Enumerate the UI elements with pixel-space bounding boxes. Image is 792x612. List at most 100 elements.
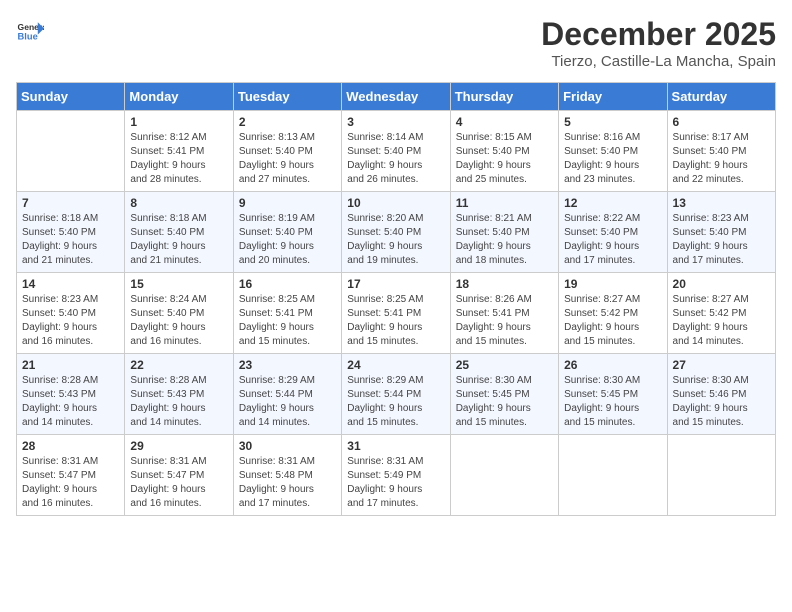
day-number: 28 (22, 439, 119, 453)
day-info: Sunrise: 8:31 AM Sunset: 5:47 PM Dayligh… (130, 455, 227, 511)
calendar-cell: 27 Sunrise: 8:30 AM Sunset: 5:46 PM Dayli… (667, 354, 775, 435)
calendar-cell: 18 Sunrise: 8:26 AM Sunset: 5:41 PM Dayli… (450, 273, 558, 354)
week-row-2: 14 Sunrise: 8:23 AM Sunset: 5:40 PM Dayli… (17, 273, 776, 354)
week-row-1: 7Sunrise: 8:18 AM Sunset: 5:40 PM Daylig… (17, 192, 776, 273)
header-wednesday: Wednesday (342, 83, 450, 111)
header-saturday: Saturday (667, 83, 775, 111)
calendar-cell: 10 Sunrise: 8:20 AM Sunset: 5:40 PM Dayli… (342, 192, 450, 273)
week-row-3: 21 Sunrise: 8:28 AM Sunset: 5:43 PM Dayli… (17, 354, 776, 435)
calendar-cell: 17 Sunrise: 8:25 AM Sunset: 5:41 PM Dayli… (342, 273, 450, 354)
calendar-cell: 11 Sunrise: 8:21 AM Sunset: 5:40 PM Dayli… (450, 192, 558, 273)
day-number: 19 (564, 277, 661, 291)
header-thursday: Thursday (450, 83, 558, 111)
calendar-cell: 9 Sunrise: 8:19 AM Sunset: 5:40 PM Daylig… (233, 192, 341, 273)
day-number: 16 (239, 277, 336, 291)
day-info: Sunrise: 8:19 AM Sunset: 5:40 PM Dayligh… (239, 212, 336, 268)
calendar-cell: 16 Sunrise: 8:25 AM Sunset: 5:41 PM Dayli… (233, 273, 341, 354)
day-info: Sunrise: 8:30 AM Sunset: 5:45 PM Dayligh… (456, 374, 553, 430)
calendar-cell: 22 Sunrise: 8:28 AM Sunset: 5:43 PM Dayli… (125, 354, 233, 435)
week-row-0: 1 Sunrise: 8:12 AM Sunset: 5:41 PM Daylig… (17, 111, 776, 192)
calendar-table: SundayMondayTuesdayWednesdayThursdayFrid… (16, 82, 776, 516)
day-number: 5 (564, 115, 661, 129)
header-sunday: Sunday (17, 83, 125, 111)
day-info: Sunrise: 8:20 AM Sunset: 5:40 PM Dayligh… (347, 212, 444, 268)
day-info: Sunrise: 8:22 AM Sunset: 5:40 PM Dayligh… (564, 212, 661, 268)
calendar-subtitle: Tierzo, Castille-La Mancha, Spain (541, 53, 776, 70)
day-info: Sunrise: 8:29 AM Sunset: 5:44 PM Dayligh… (347, 374, 444, 430)
day-info: Sunrise: 8:18 AM Sunset: 5:40 PM Dayligh… (22, 212, 119, 268)
header-friday: Friday (559, 83, 667, 111)
day-info: Sunrise: 8:27 AM Sunset: 5:42 PM Dayligh… (564, 293, 661, 349)
day-number: 9 (239, 196, 336, 210)
calendar-cell: 3 Sunrise: 8:14 AM Sunset: 5:40 PM Daylig… (342, 111, 450, 192)
calendar-cell: 29Sunrise: 8:31 AM Sunset: 5:47 PM Dayli… (125, 435, 233, 516)
day-info: Sunrise: 8:13 AM Sunset: 5:40 PM Dayligh… (239, 131, 336, 187)
day-number: 17 (347, 277, 444, 291)
day-info: Sunrise: 8:21 AM Sunset: 5:40 PM Dayligh… (456, 212, 553, 268)
day-info: Sunrise: 8:25 AM Sunset: 5:41 PM Dayligh… (347, 293, 444, 349)
day-number: 14 (22, 277, 119, 291)
day-number: 24 (347, 358, 444, 372)
calendar-cell: 4Sunrise: 8:15 AM Sunset: 5:40 PM Daylig… (450, 111, 558, 192)
calendar-cell: 2 Sunrise: 8:13 AM Sunset: 5:40 PM Daylig… (233, 111, 341, 192)
day-number: 26 (564, 358, 661, 372)
calendar-cell: 24 Sunrise: 8:29 AM Sunset: 5:44 PM Dayli… (342, 354, 450, 435)
week-row-4: 28 Sunrise: 8:31 AM Sunset: 5:47 PM Dayli… (17, 435, 776, 516)
day-number: 15 (130, 277, 227, 291)
day-number: 3 (347, 115, 444, 129)
day-info: Sunrise: 8:31 AM Sunset: 5:49 PM Dayligh… (347, 455, 444, 511)
calendar-cell: 1 Sunrise: 8:12 AM Sunset: 5:41 PM Daylig… (125, 111, 233, 192)
day-number: 23 (239, 358, 336, 372)
day-info: Sunrise: 8:12 AM Sunset: 5:41 PM Dayligh… (130, 131, 227, 187)
header-tuesday: Tuesday (233, 83, 341, 111)
day-info: Sunrise: 8:18 AM Sunset: 5:40 PM Dayligh… (130, 212, 227, 268)
day-number: 20 (673, 277, 770, 291)
calendar-cell (17, 111, 125, 192)
day-number: 2 (239, 115, 336, 129)
day-info: Sunrise: 8:17 AM Sunset: 5:40 PM Dayligh… (673, 131, 770, 187)
day-info: Sunrise: 8:28 AM Sunset: 5:43 PM Dayligh… (22, 374, 119, 430)
logo-icon: General Blue (16, 16, 44, 44)
calendar-cell: 14 Sunrise: 8:23 AM Sunset: 5:40 PM Dayli… (17, 273, 125, 354)
day-info: Sunrise: 8:23 AM Sunset: 5:40 PM Dayligh… (22, 293, 119, 349)
day-number: 18 (456, 277, 553, 291)
calendar-cell: 31 Sunrise: 8:31 AM Sunset: 5:49 PM Dayli… (342, 435, 450, 516)
day-number: 13 (673, 196, 770, 210)
day-info: Sunrise: 8:28 AM Sunset: 5:43 PM Dayligh… (130, 374, 227, 430)
day-info: Sunrise: 8:30 AM Sunset: 5:45 PM Dayligh… (564, 374, 661, 430)
calendar-title: December 2025 (541, 16, 776, 53)
calendar-cell: 30 Sunrise: 8:31 AM Sunset: 5:48 PM Dayli… (233, 435, 341, 516)
calendar-cell (667, 435, 775, 516)
calendar-cell: 6Sunrise: 8:17 AM Sunset: 5:40 PM Daylig… (667, 111, 775, 192)
day-number: 27 (673, 358, 770, 372)
day-number: 21 (22, 358, 119, 372)
day-info: Sunrise: 8:29 AM Sunset: 5:44 PM Dayligh… (239, 374, 336, 430)
day-number: 1 (130, 115, 227, 129)
day-number: 11 (456, 196, 553, 210)
day-number: 22 (130, 358, 227, 372)
calendar-cell: 23 Sunrise: 8:29 AM Sunset: 5:44 PM Dayli… (233, 354, 341, 435)
calendar-cell: 28 Sunrise: 8:31 AM Sunset: 5:47 PM Dayli… (17, 435, 125, 516)
day-info: Sunrise: 8:23 AM Sunset: 5:40 PM Dayligh… (673, 212, 770, 268)
day-info: Sunrise: 8:24 AM Sunset: 5:40 PM Dayligh… (130, 293, 227, 349)
day-number: 31 (347, 439, 444, 453)
calendar-cell: 19 Sunrise: 8:27 AM Sunset: 5:42 PM Dayli… (559, 273, 667, 354)
day-info: Sunrise: 8:31 AM Sunset: 5:47 PM Dayligh… (22, 455, 119, 511)
logo: General Blue (16, 16, 44, 44)
day-number: 12 (564, 196, 661, 210)
calendar-cell: 15 Sunrise: 8:24 AM Sunset: 5:40 PM Dayli… (125, 273, 233, 354)
calendar-cell: 5Sunrise: 8:16 AM Sunset: 5:40 PM Daylig… (559, 111, 667, 192)
header-monday: Monday (125, 83, 233, 111)
day-number: 10 (347, 196, 444, 210)
calendar-cell: 7Sunrise: 8:18 AM Sunset: 5:40 PM Daylig… (17, 192, 125, 273)
day-info: Sunrise: 8:14 AM Sunset: 5:40 PM Dayligh… (347, 131, 444, 187)
day-info: Sunrise: 8:26 AM Sunset: 5:41 PM Dayligh… (456, 293, 553, 349)
calendar-cell (450, 435, 558, 516)
day-number: 4 (456, 115, 553, 129)
title-area: December 2025 Tierzo, Castille-La Mancha… (541, 16, 776, 70)
day-number: 30 (239, 439, 336, 453)
day-info: Sunrise: 8:31 AM Sunset: 5:48 PM Dayligh… (239, 455, 336, 511)
calendar-cell (559, 435, 667, 516)
day-info: Sunrise: 8:30 AM Sunset: 5:46 PM Dayligh… (673, 374, 770, 430)
day-info: Sunrise: 8:25 AM Sunset: 5:41 PM Dayligh… (239, 293, 336, 349)
